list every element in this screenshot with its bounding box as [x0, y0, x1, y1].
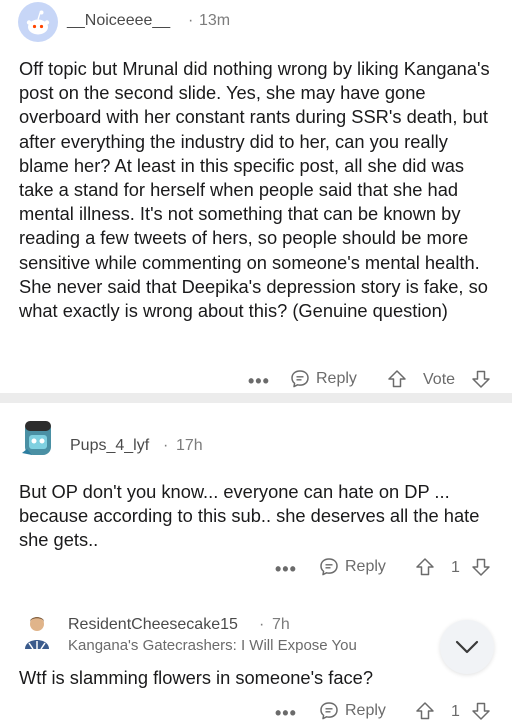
- user-avatar[interactable]: [18, 2, 58, 42]
- comment-body: Wtf is slamming flowers in someone's fac…: [19, 667, 374, 688]
- reply-label: Reply: [316, 370, 357, 387]
- downvote-arrow-icon: [472, 558, 490, 576]
- upvote-button[interactable]: [414, 556, 436, 578]
- meta-separator: ·: [259, 616, 265, 633]
- person-avatar-icon: [25, 617, 49, 650]
- more-options-button[interactable]: •••: [275, 559, 297, 580]
- comment-2: Pups_4_lyf · 17h But OP don't you know..…: [0, 403, 512, 601]
- user-avatar[interactable]: [19, 417, 57, 459]
- scroll-down-button[interactable]: [440, 620, 494, 674]
- reply-button[interactable]: Reply: [289, 368, 357, 390]
- vote-label: Vote: [423, 371, 456, 388]
- comment-1: __Noiceeee__ · 13m Off topic but Mrunal …: [0, 0, 512, 393]
- reply-icon: [320, 702, 338, 720]
- more-options-button[interactable]: •••: [248, 371, 270, 392]
- more-options-button[interactable]: •••: [275, 703, 297, 724]
- reply-label: Reply: [345, 558, 386, 575]
- username[interactable]: ResidentCheesecake15: [68, 616, 238, 634]
- downvote-arrow-icon: [472, 702, 490, 720]
- upvote-arrow-icon: [416, 558, 434, 576]
- username[interactable]: __Noiceeee__: [67, 12, 170, 30]
- reply-icon: [291, 370, 309, 388]
- chevron-down-icon: [455, 640, 479, 654]
- reply-label: Reply: [345, 702, 386, 719]
- upvote-arrow-icon: [388, 370, 406, 388]
- timestamp: 7h: [272, 616, 290, 633]
- vote-count: 1: [451, 559, 460, 576]
- comment-body: But OP don't you know... everyone can ha…: [19, 481, 480, 551]
- username[interactable]: Pups_4_lyf: [70, 437, 149, 455]
- downvote-button[interactable]: [470, 368, 492, 390]
- reply-icon: [320, 558, 338, 576]
- downvote-button[interactable]: [470, 556, 492, 578]
- snoo-avatar-icon: [26, 10, 50, 35]
- timestamp: 17h: [176, 437, 203, 454]
- upvote-button[interactable]: [414, 700, 436, 722]
- user-avatar[interactable]: [19, 613, 55, 651]
- timestamp: 13m: [199, 12, 231, 29]
- backpack-avatar-icon: [22, 421, 51, 455]
- downvote-arrow-icon: [472, 370, 490, 388]
- reply-button[interactable]: Reply: [318, 556, 386, 578]
- meta-separator: ·: [163, 437, 169, 454]
- downvote-button[interactable]: [470, 700, 492, 722]
- comment-3: ResidentCheesecake15 · 7h Kangana's Gate…: [0, 601, 512, 725]
- upvote-arrow-icon: [416, 702, 434, 720]
- upvote-button[interactable]: [386, 368, 408, 390]
- comment-body: Off topic but Mrunal did nothing wrong b…: [19, 58, 490, 322]
- comment-separator: [0, 393, 512, 403]
- user-flair: Kangana's Gatecrashers: I Will Expose Yo…: [68, 637, 357, 654]
- reply-button[interactable]: Reply: [318, 700, 386, 722]
- meta-separator: ·: [188, 12, 194, 29]
- vote-count: 1: [451, 703, 460, 720]
